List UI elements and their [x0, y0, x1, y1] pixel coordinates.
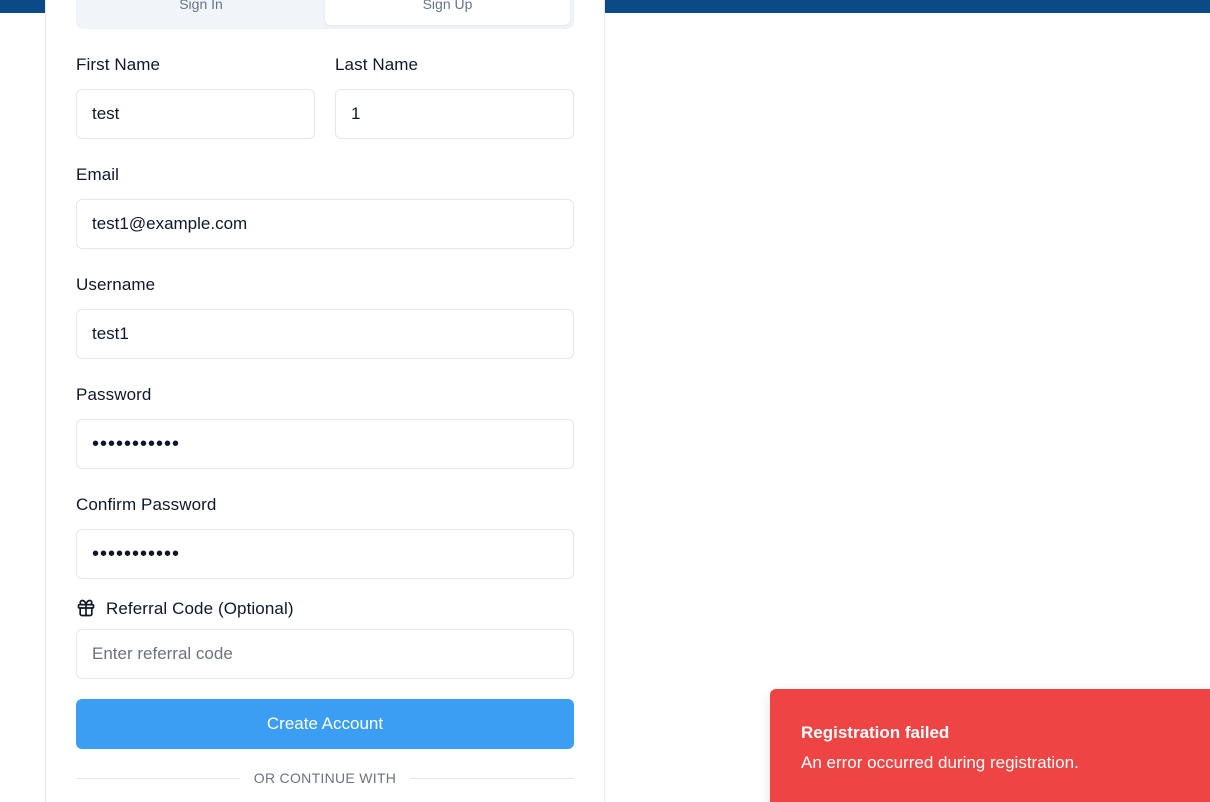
referral-code-label: Referral Code (Optional)	[106, 599, 294, 618]
password-field[interactable]	[76, 419, 574, 469]
confirm-password-label: Confirm Password	[76, 495, 217, 514]
divider-line-right	[410, 778, 574, 779]
username-label: Username	[76, 275, 156, 294]
toast-description: An error occurred during registration.	[801, 753, 1079, 772]
error-toast[interactable]: Registration failed An error occurred du…	[770, 689, 1210, 802]
last-name-field[interactable]	[335, 89, 574, 139]
gift-icon	[76, 598, 96, 618]
confirm-password-field[interactable]	[76, 529, 574, 579]
password-label: Password	[76, 385, 152, 404]
tab-sign-in[interactable]: Sign In	[77, 0, 325, 25]
divider-text: OR CONTINUE WITH	[253, 770, 397, 786]
last-name-label: Last Name	[335, 55, 419, 74]
create-account-button[interactable]: Create Account	[76, 699, 574, 749]
first-name-field[interactable]	[76, 89, 315, 139]
referral-code-field[interactable]	[76, 629, 574, 679]
divider-line-left	[76, 778, 240, 779]
email-field[interactable]	[76, 199, 574, 249]
toast-title: Registration failed	[801, 723, 950, 742]
email-label: Email	[76, 165, 120, 184]
first-name-label: First Name	[76, 55, 161, 74]
tab-sign-up[interactable]: Sign Up	[325, 0, 570, 25]
username-field[interactable]	[76, 309, 574, 359]
auth-tabs: Sign In Sign Up	[76, 0, 574, 29]
